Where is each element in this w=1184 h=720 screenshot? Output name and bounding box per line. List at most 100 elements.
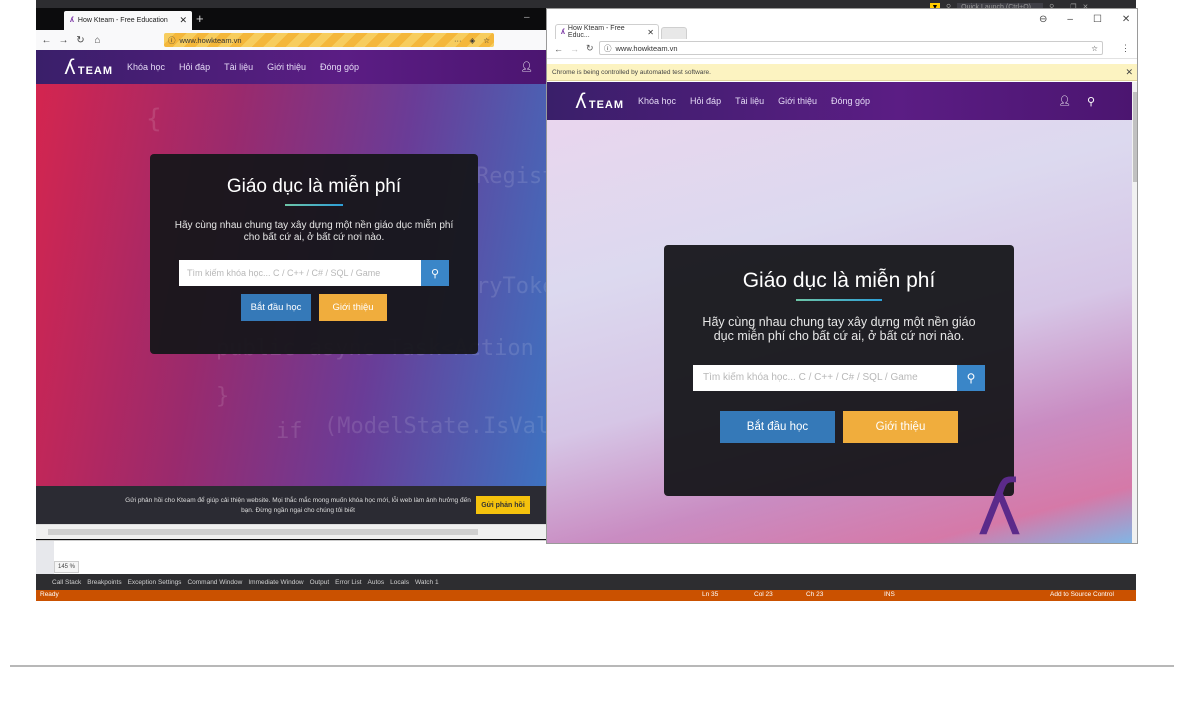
- horizontal-scrollbar[interactable]: [36, 524, 551, 539]
- kteam-logo[interactable]: ʎ TEAM: [575, 89, 624, 113]
- info-icon[interactable]: ⓘ: [168, 35, 176, 46]
- tool-tab[interactable]: Exception Settings: [128, 579, 182, 586]
- vs-status-bar: Ready Ln 35 Col 23 Ch 23 INS Add to Sour…: [36, 590, 1136, 601]
- automation-infobar: Chrome is being controlled by automated …: [547, 64, 1137, 81]
- ff-tab[interactable]: ʎ How Kteam - Free Education ✕: [64, 11, 192, 30]
- tool-tab[interactable]: Locals: [390, 579, 409, 586]
- user-icon[interactable]: 👤︎: [1058, 96, 1071, 107]
- scroll-thumb[interactable]: [48, 529, 478, 535]
- feedback-text: Gửi phản hồi cho Kteam để giúp cải thiện…: [125, 497, 471, 514]
- editor-margin: [36, 541, 54, 575]
- close-icon[interactable]: ✕: [1122, 14, 1130, 25]
- search-icon[interactable]: ⚲: [1087, 95, 1095, 108]
- reload-icon[interactable]: ↻: [74, 35, 87, 46]
- nav-dong-gop[interactable]: Đóng góp: [831, 96, 870, 106]
- nav-hoi-dap[interactable]: Hỏi đáp: [690, 96, 721, 106]
- ff-address-bar[interactable]: ⓘ www.howkteam.vn ··· ◈ ☆: [164, 33, 494, 47]
- intro-button[interactable]: Giới thiệu: [319, 294, 387, 321]
- cr-address-bar[interactable]: ⓘ www.howkteam.vn ☆: [599, 41, 1103, 55]
- infobar-text: Chrome is being controlled by automated …: [552, 68, 711, 76]
- tool-tab[interactable]: Call Stack: [52, 579, 81, 586]
- close-icon[interactable]: ✕: [179, 15, 187, 26]
- ff-url-text[interactable]: www.howkteam.vn: [180, 36, 242, 45]
- kteam-logo-mark: ʎ: [575, 89, 588, 113]
- nav-khoa-hoc[interactable]: Khóa học: [638, 96, 676, 106]
- search-row: Tìm kiếm khóa học... C / C++ / C# / SQL …: [150, 260, 478, 286]
- star-icon[interactable]: ☆: [483, 36, 490, 45]
- search-icon[interactable]: ⚲: [957, 365, 985, 391]
- hero-title: Giáo dục là miễn phí: [226, 176, 402, 197]
- start-learning-button[interactable]: Bắt đầu học: [720, 411, 835, 443]
- nav-tai-lieu[interactable]: Tài liệu: [224, 62, 253, 72]
- tool-tab[interactable]: Watch 1: [415, 579, 439, 586]
- minimize-icon[interactable]: –: [524, 12, 530, 23]
- kteam-logo[interactable]: ʎ TEAM: [64, 55, 113, 79]
- vs-tool-tabs: Call Stack Breakpoints Exception Setting…: [36, 574, 1136, 590]
- nav-dong-gop[interactable]: Đóng góp: [320, 62, 359, 72]
- site-navbar: ʎ TEAM Khóa học Hỏi đáp Tài liệu Giới th…: [36, 50, 551, 84]
- code-ghost: (ModelState.IsVal: [324, 414, 550, 439]
- nav-khoa-hoc[interactable]: Khóa học: [127, 62, 165, 72]
- more-icon[interactable]: ···: [454, 36, 462, 45]
- hero-section: Giáo dục là miễn phí Hãy cùng nhau chung…: [547, 120, 1132, 544]
- status-ins: INS: [884, 591, 895, 598]
- info-icon[interactable]: ⓘ: [604, 43, 612, 54]
- status-line: Ln 35: [702, 591, 719, 598]
- tool-tab[interactable]: Command Window: [187, 579, 242, 586]
- nav-tai-lieu[interactable]: Tài liệu: [735, 96, 764, 106]
- feedback-bar: Gửi phản hồi cho Kteam để giúp cải thiện…: [36, 486, 551, 524]
- send-feedback-button[interactable]: Gửi phản hồi: [476, 496, 530, 514]
- nav-gioi-thieu[interactable]: Giới thiệu: [267, 62, 306, 72]
- title-underline: [796, 299, 882, 301]
- close-icon[interactable]: ✕: [647, 28, 654, 37]
- nav-gioi-thieu[interactable]: Giới thiệu: [778, 96, 817, 106]
- window-controls: ⊖ – ☐ ✕: [1039, 14, 1130, 25]
- home-icon[interactable]: ⌂: [91, 35, 104, 46]
- new-tab-icon[interactable]: +: [196, 11, 204, 27]
- tool-tab[interactable]: Immediate Window: [248, 579, 303, 586]
- code-ghost: Regist: [476, 164, 551, 189]
- tool-tab[interactable]: Output: [310, 579, 330, 586]
- hero-card: Giáo dục là miễn phí Hãy cùng nhau chung…: [150, 154, 478, 354]
- profile-icon[interactable]: ⊖: [1039, 14, 1047, 25]
- reload-icon[interactable]: ↻: [586, 43, 594, 54]
- status-ch: Ch 23: [806, 591, 824, 598]
- back-icon[interactable]: ←: [40, 35, 53, 46]
- code-ghost: if: [276, 419, 303, 444]
- zoom-level[interactable]: 145 %: [54, 561, 80, 573]
- intro-button[interactable]: Giới thiệu: [843, 411, 958, 443]
- cr-url-text[interactable]: www.howkteam.vn: [616, 44, 678, 53]
- cr-tab[interactable]: ʎ How Kteam - Free Educ... ✕: [555, 24, 659, 39]
- search-row: Tìm kiếm khóa học... C / C++ / C# / SQL …: [664, 365, 1014, 391]
- hero-title: Giáo dục là miễn phí: [742, 269, 936, 292]
- maximize-icon[interactable]: ☐: [1093, 14, 1102, 25]
- back-icon[interactable]: ←: [554, 44, 563, 54]
- nav-hoi-dap[interactable]: Hỏi đáp: [179, 62, 210, 72]
- kteam-logo-mark: ʎ: [64, 55, 77, 79]
- search-input[interactable]: Tìm kiếm khóa học... C / C++ / C# / SQL …: [179, 260, 421, 286]
- search-input[interactable]: Tìm kiếm khóa học... C / C++ / C# / SQL …: [693, 365, 957, 391]
- status-col: Col 23: [754, 591, 773, 598]
- hero-subtitle: Hãy cùng nhau chung tay xây dựng một nền…: [702, 315, 976, 343]
- forward-icon[interactable]: →: [570, 44, 579, 54]
- search-icon[interactable]: ⚲: [421, 260, 449, 286]
- start-learning-button[interactable]: Bắt đầu học: [241, 294, 311, 321]
- scroll-thumb[interactable]: [1133, 92, 1137, 182]
- kteam-watermark-logo: ʎ: [977, 463, 1022, 544]
- vertical-scrollbar[interactable]: [1132, 82, 1137, 543]
- pocket-icon[interactable]: ◈: [469, 36, 475, 45]
- hero-section: { Regist ryToke public async Task<Action…: [36, 84, 551, 486]
- star-icon[interactable]: ☆: [1091, 44, 1098, 53]
- close-icon[interactable]: ✕: [1125, 67, 1133, 78]
- forward-icon[interactable]: →: [57, 35, 70, 46]
- tool-tab[interactable]: Error List: [335, 579, 361, 586]
- minimize-icon[interactable]: –: [1067, 14, 1073, 25]
- user-icon[interactable]: 👤︎: [520, 62, 533, 73]
- menu-icon[interactable]: ⋮: [1121, 43, 1130, 54]
- tool-tab[interactable]: Autos: [368, 579, 385, 586]
- add-to-source-control[interactable]: Add to Source Control: [1050, 591, 1114, 598]
- kteam-favicon: ʎ: [70, 17, 74, 24]
- code-ghost: {: [146, 104, 162, 134]
- tool-tab[interactable]: Breakpoints: [87, 579, 121, 586]
- vs-editor[interactable]: [36, 540, 1136, 575]
